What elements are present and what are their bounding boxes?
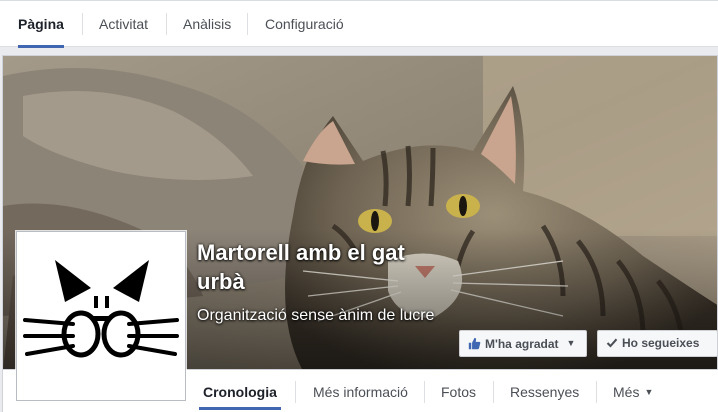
tab-configuracio[interactable]: Configuració (265, 1, 344, 47)
follow-button-label: Ho segueixes (622, 336, 700, 350)
admin-tab-bar: Pàgina Activitat Anàlisis Configuració (0, 0, 718, 48)
thumbs-up-icon (468, 337, 481, 350)
facebook-page: Pàgina Activitat Anàlisis Configuració M… (0, 0, 718, 412)
tab-activitat[interactable]: Activitat (99, 1, 148, 47)
tab-pagina[interactable]: Pàgina (18, 1, 64, 48)
check-icon (606, 338, 618, 348)
page-category[interactable]: Organització sense ànim de lucre (197, 301, 437, 330)
chevron-down-icon: ▼ (566, 338, 576, 348)
tab-divider (166, 13, 167, 35)
page-title[interactable]: Martorell amb el gat urbà (197, 238, 437, 296)
tab-analisis[interactable]: Anàlisis (183, 1, 231, 47)
tab-divider (295, 381, 296, 403)
tab-ressenyes[interactable]: Ressenyes (510, 370, 579, 412)
tab-divider (596, 381, 597, 403)
tab-divider (424, 381, 425, 403)
cat-logo-icon (23, 260, 179, 358)
tab-mes-label: Més (613, 384, 640, 400)
like-button-label: M'ha agradat (485, 337, 559, 351)
tab-mes[interactable]: Més ▼ (613, 370, 653, 412)
follow-button[interactable]: Ho segueixes (597, 330, 718, 357)
chevron-down-icon: ▼ (644, 387, 654, 397)
tab-divider (493, 381, 494, 403)
tab-divider (82, 13, 83, 35)
tab-cronologia[interactable]: Cronologia (199, 370, 281, 412)
like-button[interactable]: M'ha agradat ▼ (459, 330, 587, 357)
tab-divider (247, 13, 248, 35)
tab-mes-informacio[interactable]: Més informació (313, 370, 408, 412)
profile-picture[interactable] (16, 231, 186, 401)
tab-fotos[interactable]: Fotos (441, 370, 476, 412)
